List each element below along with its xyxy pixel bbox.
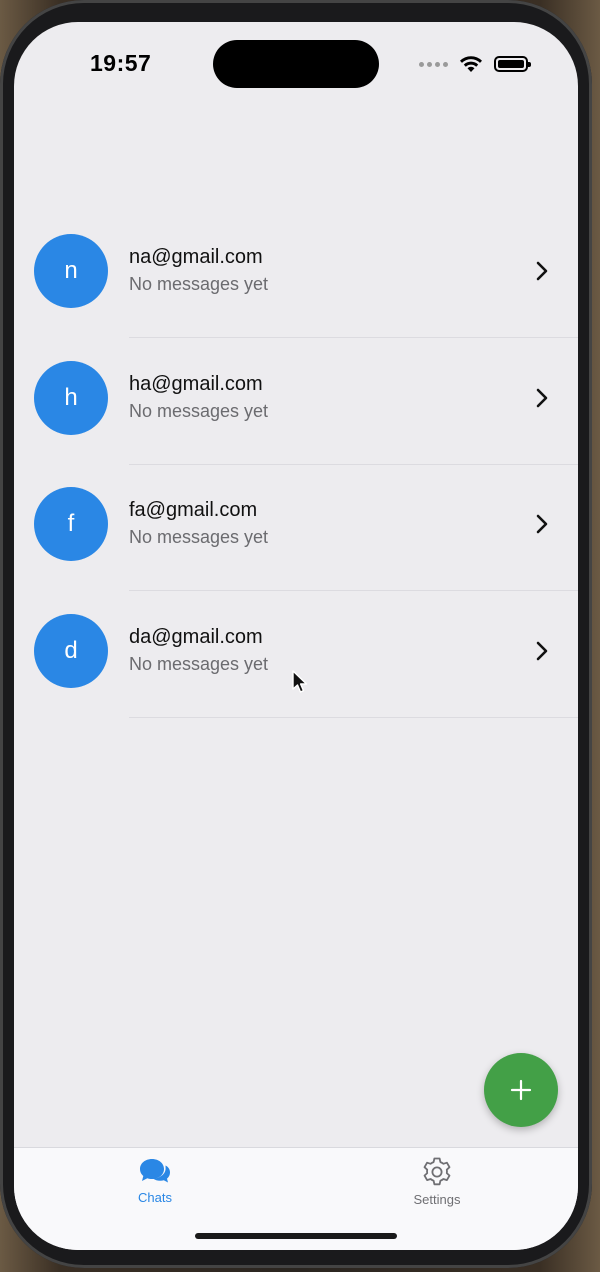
chevron-right-icon xyxy=(536,641,548,661)
avatar: n xyxy=(34,234,108,308)
chat-row[interactable]: h ha@gmail.com No messages yet xyxy=(14,339,578,465)
row-divider xyxy=(129,716,578,718)
wifi-icon xyxy=(460,56,482,72)
tab-settings[interactable]: Settings xyxy=(377,1156,497,1207)
chat-subtitle: No messages yet xyxy=(129,274,269,294)
chat-title: da@gmail.com xyxy=(129,625,263,648)
chevron-right-icon xyxy=(536,514,548,534)
app-screen: 19:57 n na@gmail.com No messages yet h h… xyxy=(14,22,578,1250)
avatar: d xyxy=(34,613,108,688)
chat-subtitle: No messages yet xyxy=(129,400,269,421)
tab-settings-label: Settings xyxy=(413,1192,461,1207)
cellular-signal-icon xyxy=(419,61,448,67)
chat-bubbles-icon xyxy=(140,1159,170,1183)
mouse-cursor-icon xyxy=(292,670,308,693)
home-indicator[interactable] xyxy=(195,1233,397,1239)
avatar: h xyxy=(34,360,108,435)
status-icons xyxy=(419,54,531,74)
chat-list: n na@gmail.com No messages yet h ha@gmai… xyxy=(14,212,578,718)
chevron-right-icon xyxy=(536,388,548,407)
chat-row[interactable]: n na@gmail.com No messages yet xyxy=(14,212,578,338)
tab-chats[interactable]: Chats xyxy=(95,1156,215,1205)
tab-chats-label: Chats xyxy=(138,1190,172,1205)
chat-subtitle: No messages yet xyxy=(129,653,269,674)
chevron-right-icon xyxy=(536,261,548,281)
chat-title: ha@gmail.com xyxy=(129,372,263,395)
plus-icon xyxy=(510,1079,532,1101)
status-time: 19:57 xyxy=(90,50,152,76)
dynamic-island xyxy=(213,40,379,88)
chat-row[interactable]: f fa@gmail.com No messages yet xyxy=(14,465,578,592)
chat-title: fa@gmail.com xyxy=(129,499,258,522)
phone-frame: 19:57 n na@gmail.com No messages yet h h… xyxy=(0,0,592,1268)
gear-icon xyxy=(423,1157,451,1186)
avatar: f xyxy=(34,487,108,562)
battery-icon xyxy=(494,56,531,72)
chat-row[interactable]: d da@gmail.com No messages yet xyxy=(14,592,578,718)
chat-title: na@gmail.com xyxy=(129,246,263,268)
chat-subtitle: No messages yet xyxy=(129,527,269,548)
new-chat-button[interactable] xyxy=(484,1053,558,1127)
